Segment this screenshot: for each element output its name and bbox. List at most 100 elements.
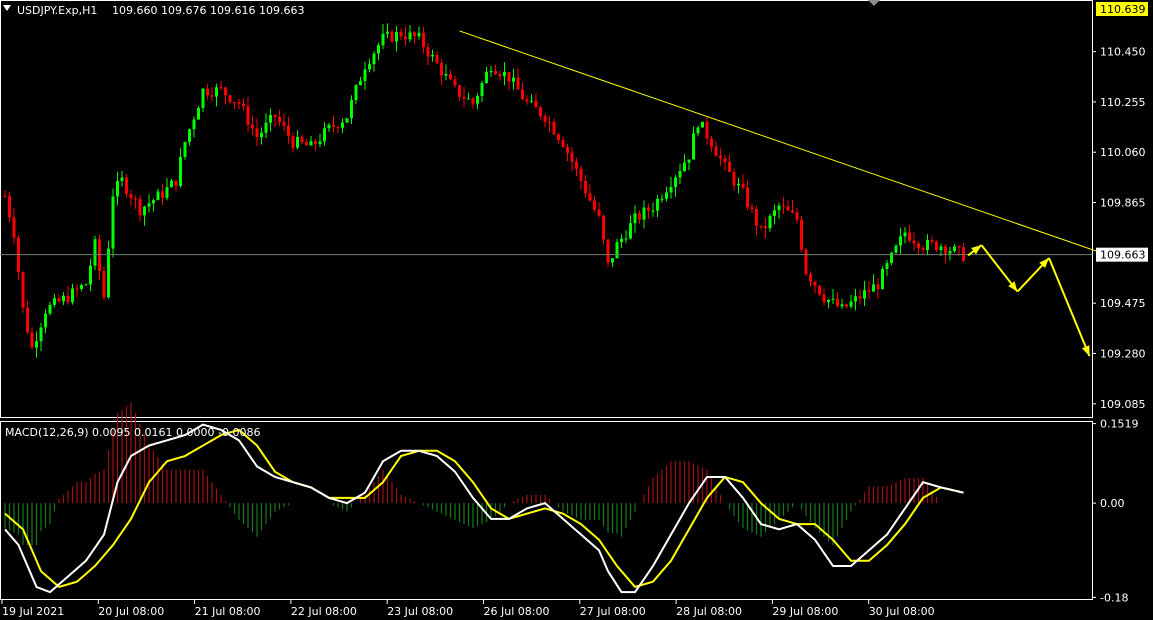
candle [345,118,349,123]
candle [111,196,115,249]
candle [683,162,686,172]
candle [800,219,803,250]
candle [930,239,934,242]
candle [863,290,866,299]
candle [62,295,65,302]
candle [138,198,142,216]
candle [845,304,848,307]
candle [309,141,313,146]
candle [530,100,533,102]
candle [728,161,731,173]
candle [804,249,808,275]
candle [534,100,538,108]
candle [755,209,758,226]
candle [732,172,736,186]
candle [44,313,47,328]
candle [867,290,871,292]
candle [300,136,304,143]
candle [395,31,398,42]
time-tick-label: 21 Jul 08:00 [195,605,261,618]
candle [696,127,700,134]
candle [615,242,619,259]
candle [417,32,421,37]
candle [899,236,902,246]
candle [21,272,25,308]
candle [890,252,893,263]
candle [39,327,43,342]
candle [737,183,740,186]
candle [278,116,281,122]
candle [512,77,515,82]
candle [354,85,358,101]
candle [422,32,425,48]
candle [134,198,137,200]
candle [935,241,938,250]
candle [633,213,637,224]
macd-tick-label: 0.1519 [1100,418,1139,431]
candle [296,136,299,148]
price-tick-label: 109.085 [1100,398,1146,411]
candle [503,71,506,77]
candle [269,114,272,123]
candle [399,31,403,37]
candle [453,79,457,86]
time-tick-label: 29 Jul 08:00 [772,605,838,618]
candle [161,191,164,198]
macd-label: MACD(12,26,9) 0.0095 0.0161 0.0000 -0.00… [5,426,260,439]
candle [206,88,209,96]
candle [881,268,884,290]
candle [89,265,92,285]
candle [363,69,367,81]
candle [129,193,133,199]
candle [48,304,52,314]
candle [516,77,520,90]
time-tick-label: 23 Jul 08:00 [387,605,453,618]
candle [741,183,745,188]
candle [525,99,529,102]
candle [876,284,880,290]
candle [444,74,448,76]
candle [350,100,353,119]
candle [431,54,434,57]
candle [543,116,547,122]
candle [237,102,241,104]
candle [264,122,268,133]
candle [228,95,232,103]
candle [143,206,146,216]
candle [242,103,245,107]
candle [57,298,61,302]
candle [611,258,614,263]
candle [854,296,857,302]
candle [318,141,322,144]
candle [179,156,182,187]
candle [539,107,542,117]
candle [953,246,956,252]
candle [255,128,259,138]
candle [84,284,88,286]
candle [701,121,704,128]
candle [71,288,74,303]
candle [746,187,749,208]
symbol-label: USDJPY.Exp,H1 [17,4,97,17]
candle [152,200,155,204]
candle [561,140,565,147]
time-tick-label: 20 Jul 08:00 [98,605,164,618]
high-price-tag: 110.639 [1100,3,1146,16]
candle [26,307,29,333]
candle [174,180,178,187]
candle [921,248,925,251]
candle [107,248,110,298]
candle [413,32,416,37]
candle [476,95,479,104]
current-price-tag: 109.663 [1100,249,1146,262]
candle [791,210,794,213]
candle [557,134,560,141]
candle [642,207,646,220]
candle [908,232,911,241]
candle [660,198,664,200]
candle [831,298,835,300]
candle [647,207,650,211]
candle [246,106,250,125]
candle [426,47,430,57]
candle [449,74,452,80]
